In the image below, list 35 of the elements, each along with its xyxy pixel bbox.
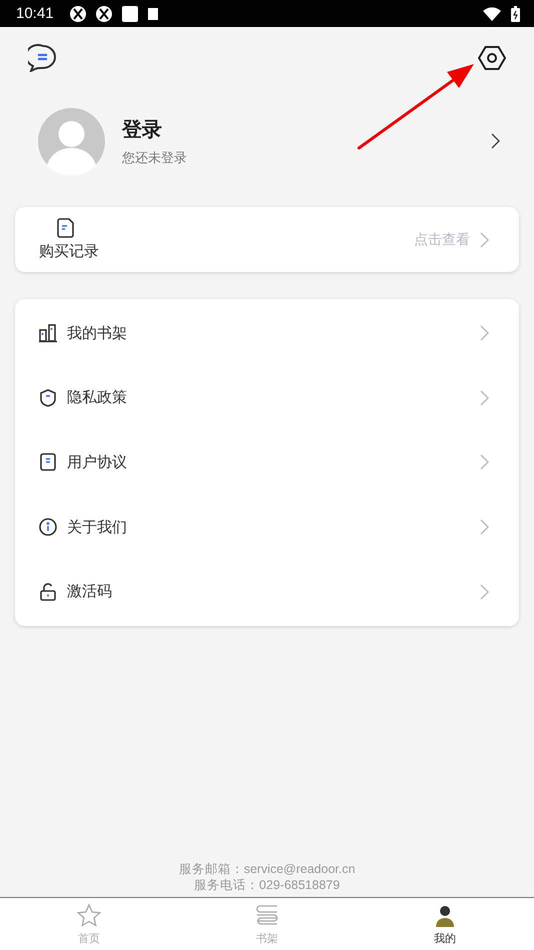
notification-icon [70,6,86,22]
login-subtitle: 您还未登录 [122,150,188,166]
chevron-icon [480,584,489,600]
menu-item[interactable]: 用户协议 [15,430,519,495]
menu-item[interactable]: 激活码 [15,559,519,624]
chevron-icon [480,519,489,536]
notification-icon [122,6,138,22]
menu-item[interactable]: 我的书架 [15,301,519,366]
chevron-icon [480,325,489,342]
lock-icon [38,582,58,602]
notification-icon [96,6,112,22]
message-icon[interactable] [28,44,58,72]
star-icon [76,902,102,928]
menu-item[interactable]: 关于我们 [15,494,519,560]
chevron-icon [480,390,489,406]
receipt-icon [57,218,75,238]
notification-icon [148,8,158,20]
nav-tab[interactable]: 我的 [356,898,534,950]
status-time: 10:41 [16,5,54,22]
info-icon [38,517,58,538]
settings-icon[interactable] [478,45,506,71]
wifi-icon [483,6,501,20]
chevron-icon [480,232,489,248]
document-icon [38,452,58,472]
shield-icon [38,388,58,408]
purchase-card[interactable]: 购买记录 点击查看 [15,207,519,272]
contact-text: 服务电话：029-68518879 [194,877,340,893]
chevron-icon [491,133,500,149]
menu-item[interactable]: 隐私政策 [15,366,519,430]
chevron-icon [480,454,489,470]
login-title[interactable]: 登录 [122,116,474,142]
purchase-label: 购买记录 [39,242,99,261]
bookshelf-icon [38,323,58,344]
battery-icon [511,6,520,22]
contact-text: 服务邮箱：service@readoor.cn [178,861,356,877]
